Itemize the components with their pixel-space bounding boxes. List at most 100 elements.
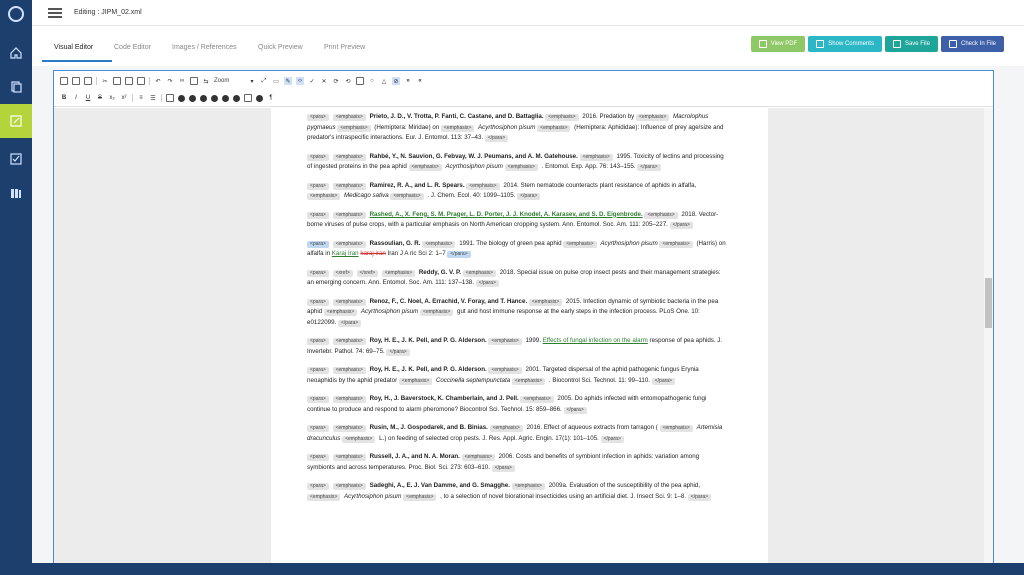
superscript-icon[interactable]: x² bbox=[120, 94, 128, 102]
top-bar: Editing : JIPM_02.xml bbox=[32, 0, 1024, 26]
strikethrough-icon[interactable]: S bbox=[96, 94, 104, 102]
show-comments-button[interactable]: Show Comments bbox=[808, 36, 882, 52]
table-icon[interactable] bbox=[166, 94, 174, 102]
reference-species: Coccinella septempunctata bbox=[435, 376, 511, 384]
special-char-icon-1[interactable] bbox=[178, 94, 185, 102]
bullet-list-icon[interactable]: ☰ bbox=[149, 94, 157, 102]
reference-authors: Roy, H. E., J. K. Pell, and P. G. Alders… bbox=[369, 366, 487, 373]
bold-icon[interactable]: B bbox=[60, 94, 68, 102]
library-icon[interactable] bbox=[0, 176, 32, 210]
special-char-icon-3[interactable] bbox=[200, 94, 207, 102]
reference-text: 2009a. Evaluation of the susceptibility … bbox=[548, 482, 701, 489]
reference-species: Acyrthosiphon pisum bbox=[445, 163, 503, 170]
circle-icon[interactable]: ○ bbox=[368, 77, 376, 85]
next-change-icon[interactable]: » bbox=[404, 77, 412, 85]
editor-icon[interactable] bbox=[0, 104, 32, 138]
documents-icon[interactable] bbox=[0, 70, 32, 104]
copy-icon[interactable] bbox=[113, 77, 121, 85]
tab-print-preview[interactable]: Print Preview bbox=[324, 44, 365, 51]
save-file-button[interactable]: Save File bbox=[884, 36, 938, 52]
tab-code-editor[interactable]: Code Editor bbox=[114, 44, 151, 51]
cut-icon[interactable]: ✂ bbox=[101, 77, 109, 85]
link-icon[interactable]: ∞ bbox=[178, 77, 186, 85]
find-replace-icon[interactable]: ⇆ bbox=[202, 77, 210, 85]
subscript-icon[interactable]: x₂ bbox=[108, 94, 116, 102]
square-icon[interactable] bbox=[356, 77, 364, 85]
redo-icon[interactable]: ↷ bbox=[166, 77, 174, 85]
reference-item[interactable]: <para> <emphasis> Rahbé, Y., N. Sauvion,… bbox=[307, 152, 727, 173]
scrollbar-thumb[interactable] bbox=[985, 278, 992, 328]
reference-authors: Ramirez, R. A., and L. R. Spears. bbox=[369, 181, 465, 189]
tab-quick-preview[interactable]: Quick Preview bbox=[258, 44, 303, 51]
emphasis-tag: <emphasis> bbox=[332, 114, 366, 121]
paste-icon[interactable] bbox=[125, 77, 133, 85]
underline-icon[interactable]: U bbox=[84, 94, 92, 102]
inserted-text[interactable]: Effects of fungal infection on the alarm bbox=[543, 337, 648, 344]
tab-images-references[interactable]: Images / References bbox=[172, 44, 237, 51]
reference-item[interactable]: <para> <emphasis> Russell, J. A., and N.… bbox=[307, 452, 727, 473]
image-icon[interactable] bbox=[244, 94, 252, 102]
app-logo[interactable] bbox=[0, 0, 32, 28]
reference-species: Medicago sativa bbox=[343, 192, 389, 199]
menu-icon[interactable] bbox=[48, 7, 62, 18]
reference-authors: Reddy, G. V. P. bbox=[418, 268, 461, 276]
para-tag: <para> bbox=[307, 425, 329, 432]
reference-item[interactable]: <para> <emphasis> Ramirez, R. A., and L.… bbox=[307, 181, 727, 202]
inserted-text[interactable]: Karaj Iran bbox=[332, 250, 359, 257]
new-doc-icon[interactable] bbox=[60, 77, 68, 85]
reference-item[interactable]: <para> <emphasis> Roy, H., J. Baverstock… bbox=[307, 394, 727, 415]
italic-icon[interactable]: I bbox=[72, 94, 80, 102]
reference-text: 2014. Stem nematode counteracts plant re… bbox=[503, 181, 697, 189]
preview-icon[interactable] bbox=[84, 77, 92, 85]
paste-text-icon[interactable] bbox=[137, 77, 145, 85]
reference-item[interactable]: <para> <emphasis> Roy, H. E., J. K. Pell… bbox=[307, 365, 727, 386]
check-in-file-button[interactable]: Check In File bbox=[940, 36, 1004, 52]
emphasis-tag: <emphasis> bbox=[332, 182, 366, 190]
special-char-icon-2[interactable] bbox=[189, 94, 196, 102]
reference-item[interactable]: <para> <emphasis> Sadeghi, A., E. J. Van… bbox=[307, 481, 727, 502]
block-icon[interactable]: ⊘ bbox=[392, 77, 400, 85]
special-char-icon-5[interactable] bbox=[222, 94, 229, 102]
tab-visual-editor[interactable]: Visual Editor bbox=[54, 44, 93, 51]
document-page[interactable]: <para> <emphasis> Prieto, J. D., V. Trot… bbox=[271, 108, 768, 563]
para-tag: <para> bbox=[307, 153, 329, 161]
reject-change-icon[interactable]: ✕ bbox=[320, 77, 328, 85]
format-icon[interactable] bbox=[190, 77, 198, 85]
editor-tabs: Visual Editor Code Editor Images / Refer… bbox=[32, 26, 1024, 66]
triangle-icon[interactable]: △ bbox=[380, 77, 388, 85]
reference-item[interactable]: <para> <emphasis> Roy, H. E., J. K. Pell… bbox=[307, 336, 727, 357]
editor-toolbar: ✂ ↶ ↷ ∞ ⇆ Zoom ▾ ⤢ ▭ ✎ ‹› ✓ ✕ ⟳ ⟲ ○ △ ⊘ … bbox=[54, 71, 993, 107]
fullscreen-icon[interactable]: ⤢ bbox=[260, 77, 268, 85]
track-changes-icon[interactable]: ✎ bbox=[284, 77, 292, 85]
undo-icon[interactable]: ↶ bbox=[154, 77, 162, 85]
special-char-icon-7[interactable] bbox=[256, 94, 263, 102]
toolbar-row-1: ✂ ↶ ↷ ∞ ⇆ Zoom ▾ ⤢ ▭ ✎ ‹› ✓ ✕ ⟳ ⟲ ○ △ ⊘ … bbox=[60, 75, 424, 87]
reference-item[interactable]: <para> <emphasis> Rashed, A., X. Feng, S… bbox=[307, 210, 727, 231]
special-char-icon-4[interactable] bbox=[211, 94, 218, 102]
special-char-icon-6[interactable] bbox=[233, 94, 240, 102]
show-tags-icon[interactable]: ‹› bbox=[296, 77, 304, 85]
zoom-select[interactable]: Zoom bbox=[214, 78, 244, 84]
check-in-icon bbox=[948, 40, 957, 48]
para-end-tag-selected: </para> bbox=[447, 251, 471, 258]
reference-item[interactable]: <para> <emphasis> Rusin, M., J. Gospodar… bbox=[307, 423, 727, 444]
prev-change-icon[interactable]: « bbox=[416, 77, 424, 85]
deleted-text[interactable]: karaj iran bbox=[360, 250, 385, 257]
reference-item[interactable]: <para> <emphasis> Rassoulian, G. R. <emp… bbox=[307, 239, 727, 260]
save-doc-icon[interactable] bbox=[72, 77, 80, 85]
save-file-label: Save File bbox=[904, 41, 930, 47]
numbered-list-icon[interactable]: ≡ bbox=[137, 94, 145, 102]
reference-item[interactable]: <para> <emphasis> Prieto, J. D., V. Trot… bbox=[307, 112, 727, 144]
zoom-dropdown-icon[interactable]: ▾ bbox=[248, 77, 256, 85]
reference-item[interactable]: <para> <emphasis> Renoz, F., C. Noel, A.… bbox=[307, 297, 727, 329]
vertical-scrollbar[interactable] bbox=[984, 108, 993, 563]
home-icon[interactable] bbox=[0, 36, 32, 70]
reference-item[interactable]: <para> <xref> </xref> <emphasis> Reddy, … bbox=[307, 268, 727, 289]
pilcrow-icon[interactable]: ¶ bbox=[267, 94, 275, 102]
accept-all-icon[interactable]: ⟳ bbox=[332, 77, 340, 85]
comment-add-icon[interactable]: ▭ bbox=[272, 77, 280, 85]
view-pdf-button[interactable]: View PDF bbox=[750, 36, 806, 52]
reject-all-icon[interactable]: ⟲ bbox=[344, 77, 352, 85]
accept-change-icon[interactable]: ✓ bbox=[308, 77, 316, 85]
tasks-icon[interactable] bbox=[0, 142, 32, 176]
